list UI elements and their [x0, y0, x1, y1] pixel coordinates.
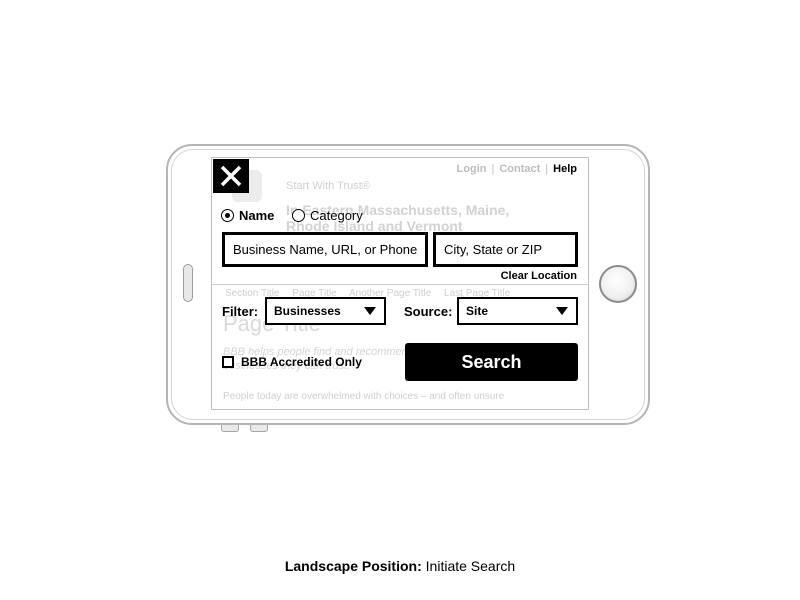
caption-text: Initiate Search — [421, 558, 516, 574]
body-text: People today are overwhelmed with choice… — [223, 391, 505, 402]
close-icon — [220, 165, 242, 187]
radio-name[interactable]: Name — [221, 208, 274, 223]
accredited-only-checkbox[interactable]: BBB Accredited Only — [222, 355, 362, 369]
nav-login-link[interactable]: Login — [457, 163, 487, 175]
top-nav: Login | Contact | Help — [456, 163, 577, 175]
caption-bold: Landscape Position: — [284, 558, 422, 574]
volume-up-button[interactable] — [221, 425, 239, 432]
nav-contact-link[interactable]: Contact — [499, 163, 540, 175]
phone-speaker — [183, 264, 193, 302]
volume-down-button[interactable] — [250, 425, 268, 432]
radio-name-label: Name — [239, 208, 275, 223]
source-select-value: Site — [466, 304, 489, 318]
source-select[interactable]: Site — [457, 297, 578, 325]
phone-screen: Login | Contact | Help Start With Trust® In … — [211, 157, 589, 410]
chevron-down-icon — [364, 307, 376, 315]
radio-category-label: Category — [310, 208, 363, 223]
chevron-down-icon — [556, 307, 568, 315]
accredited-only-label: BBB Accredited Only — [241, 355, 362, 369]
radio-unselected-icon — [292, 209, 305, 222]
nav-help-link[interactable]: Help — [553, 163, 577, 175]
tagline: Start With Trust® — [286, 180, 370, 192]
location-input[interactable] — [433, 232, 578, 267]
checkbox-icon — [222, 356, 234, 368]
close-button[interactable] — [213, 159, 249, 193]
caption: Landscape Position: Initiate Search — [0, 558, 800, 574]
filter-label: Filter: — [222, 304, 259, 319]
filter-select[interactable]: Businesses — [265, 297, 386, 325]
clear-location-link[interactable]: Clear Location — [501, 270, 577, 282]
radio-category[interactable]: Category — [292, 208, 363, 223]
filter-select-value: Businesses — [274, 304, 341, 318]
source-label: Source: — [404, 304, 453, 319]
home-button[interactable] — [599, 265, 637, 303]
divider — [212, 284, 588, 285]
business-search-input[interactable] — [222, 232, 428, 267]
radio-selected-icon — [221, 209, 234, 222]
search-button[interactable]: Search — [405, 343, 578, 381]
